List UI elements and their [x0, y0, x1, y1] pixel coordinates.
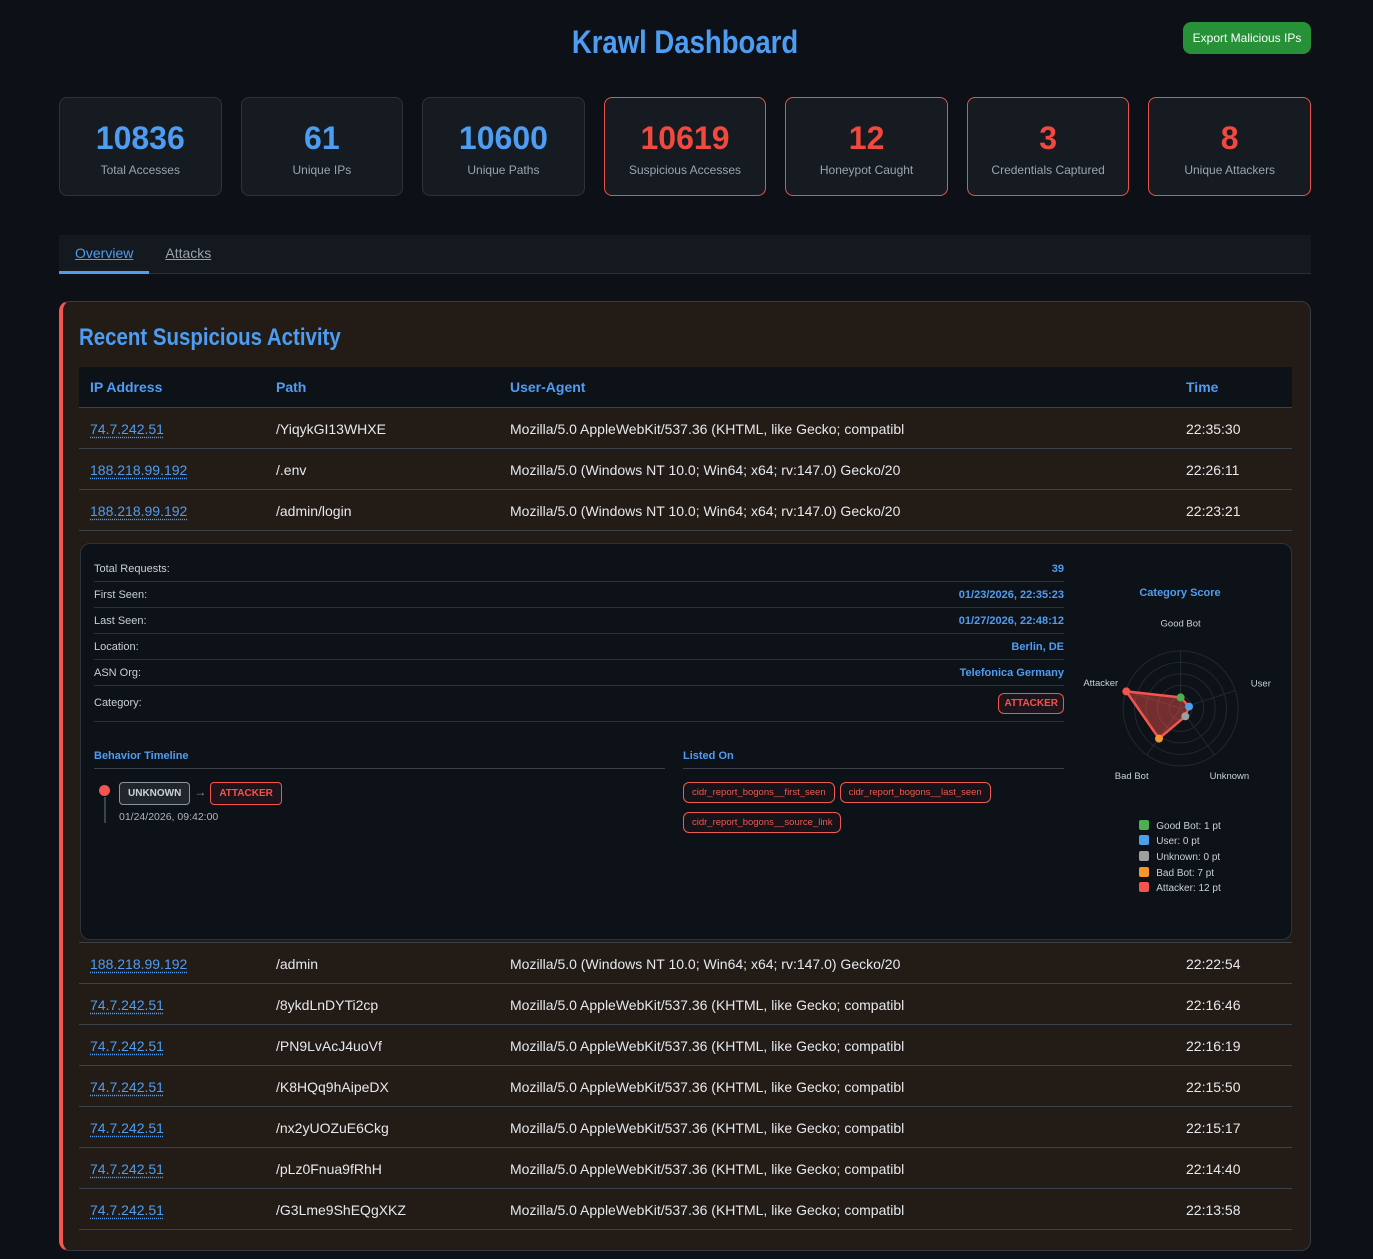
svg-text:Unknown: Unknown	[1210, 771, 1250, 782]
svg-text:Good Bot: Good Bot	[1161, 618, 1201, 629]
svg-text:Attacker: Attacker	[1083, 678, 1118, 689]
svg-text:Bad Bot: Bad Bot	[1115, 771, 1149, 782]
svg-text:User: User	[1251, 678, 1271, 689]
